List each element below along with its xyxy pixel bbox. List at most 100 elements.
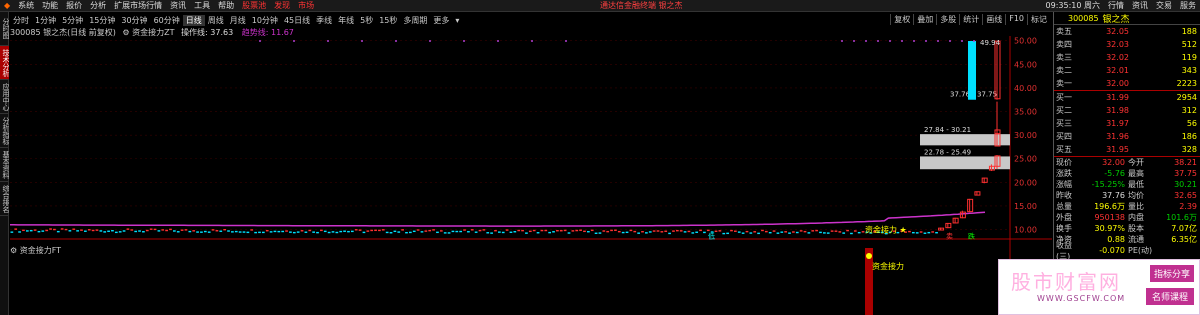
candle xyxy=(145,229,149,232)
period-yearly[interactable]: 年线 xyxy=(335,15,357,26)
candle xyxy=(648,231,652,233)
left-tab-fundamentals[interactable]: 基本资料 xyxy=(0,148,9,182)
menu-item-help[interactable]: 帮助 xyxy=(214,0,238,12)
ask-row[interactable]: 卖四 32.03 512 xyxy=(1054,38,1200,51)
ask-row[interactable]: 卖一 32.00 2223 xyxy=(1054,77,1200,90)
candle xyxy=(830,230,834,232)
bid-label: 买四 xyxy=(1056,132,1072,141)
period-5sec[interactable]: 5秒 xyxy=(357,15,376,26)
tool-draw[interactable]: 画线 xyxy=(982,14,1005,25)
candle xyxy=(583,230,586,233)
candle xyxy=(56,230,60,233)
ask-volume: 188 xyxy=(1181,27,1197,36)
menu-item-system[interactable]: 系统 xyxy=(14,0,38,12)
period-multi[interactable]: 多周期 xyxy=(400,15,430,26)
period-5min[interactable]: 5分钟 xyxy=(59,15,86,26)
menu-bar: ◆ 系统 功能 报价 分析 扩展市场行情 资讯 工具 帮助 股票池 发现 市场 … xyxy=(0,0,1200,12)
candle xyxy=(180,229,184,231)
limit-up-candle xyxy=(968,41,976,100)
indicator-pane-gear-icon[interactable]: ⚙ xyxy=(10,246,17,255)
menu-right-service[interactable]: 服务 xyxy=(1176,0,1200,12)
period-10min[interactable]: 10分钟 xyxy=(249,15,281,26)
candle xyxy=(513,231,517,233)
kline-chart[interactable]: 50.00 45.00 40.00 35.00 30.00 25.00 20.00 15.00… xyxy=(10,36,1052,315)
y-tick-label: 10.00 xyxy=(1014,226,1037,235)
bid-row[interactable]: 买五 31.95 328 xyxy=(1054,143,1200,156)
candle xyxy=(780,231,784,233)
bid-price: 31.98 xyxy=(1106,106,1129,115)
period-intraday[interactable]: 分时 xyxy=(10,15,32,26)
candle xyxy=(451,230,455,233)
tool-adjust[interactable]: 复权 xyxy=(890,14,913,25)
period-15sec[interactable]: 15秒 xyxy=(376,15,400,26)
tool-multi-stock[interactable]: 多股 xyxy=(936,14,959,25)
period-45day[interactable]: 45日线 xyxy=(281,15,313,26)
menu-item-analysis[interactable]: 分析 xyxy=(86,0,110,12)
ask-row[interactable]: 卖五 32.05 188 xyxy=(1054,25,1200,38)
period-weekly[interactable]: 周线 xyxy=(205,15,227,26)
quote-value: -5.76 xyxy=(1104,169,1125,178)
menu-item-function[interactable]: 功能 xyxy=(38,0,62,12)
signal-dot xyxy=(949,40,951,42)
menu-item-stock-pool[interactable]: 股票池 xyxy=(238,0,270,12)
menu-right-quote[interactable]: 行情 xyxy=(1104,0,1128,12)
candle xyxy=(412,230,416,233)
left-tab-app-center[interactable]: 应用中心 xyxy=(0,80,9,114)
menu-item-news[interactable]: 资讯 xyxy=(166,0,190,12)
candle xyxy=(385,231,389,234)
ask-row[interactable]: 卖三 32.02 119 xyxy=(1054,51,1200,64)
menu-item-extended-market[interactable]: 扩展市场行情 xyxy=(110,0,166,12)
indicator-pane-name[interactable]: 资金接力FT xyxy=(20,246,61,255)
bid-volume: 186 xyxy=(1181,132,1197,141)
candle xyxy=(304,231,308,233)
candle xyxy=(834,230,838,232)
signal-dot xyxy=(973,40,975,42)
candle xyxy=(169,228,172,231)
bid-row[interactable]: 买一 31.99 2954 xyxy=(1054,91,1200,104)
period-quarterly[interactable]: 季线 xyxy=(313,15,335,26)
menu-item-discover[interactable]: 发现 xyxy=(270,0,294,12)
bid-label: 买一 xyxy=(1056,93,1072,102)
candle xyxy=(776,232,780,234)
candle xyxy=(215,230,219,232)
tool-f10[interactable]: F10 xyxy=(1005,14,1027,25)
signal-dot xyxy=(293,40,295,42)
period-60min[interactable]: 60分钟 xyxy=(151,15,183,26)
watermark-banner: 股市财富网 WWW.GSCFW.COM 指标分享 名师课程 xyxy=(998,259,1200,315)
candle xyxy=(203,230,207,233)
candle xyxy=(734,230,737,232)
signal-dot xyxy=(259,40,261,42)
tool-mark[interactable]: 标记 xyxy=(1027,14,1050,25)
quote-value: 30.21 xyxy=(1174,180,1197,189)
quote-value: 37.76 xyxy=(1102,191,1125,200)
menu-item-market[interactable]: 市场 xyxy=(294,0,318,12)
period-30min[interactable]: 30分钟 xyxy=(118,15,150,26)
bid-row[interactable]: 买四 31.96 186 xyxy=(1054,130,1200,143)
bid-row[interactable]: 买三 31.97 56 xyxy=(1054,117,1200,130)
candle xyxy=(107,230,110,232)
left-tab-intraday[interactable]: 分时图 xyxy=(0,12,9,46)
period-1min[interactable]: 1分钟 xyxy=(32,15,59,26)
candle xyxy=(142,231,145,233)
tool-stats[interactable]: 统计 xyxy=(959,14,982,25)
menu-right-news[interactable]: 资讯 xyxy=(1128,0,1152,12)
left-tab-ranking[interactable]: 综合排名 xyxy=(0,182,9,216)
period-more[interactable]: 更多 xyxy=(430,15,452,26)
period-15min[interactable]: 15分钟 xyxy=(86,15,118,26)
candle xyxy=(544,229,548,232)
menu-item-quote[interactable]: 报价 xyxy=(62,0,86,12)
candle xyxy=(470,229,474,231)
left-tab-technical[interactable]: 技术分析 xyxy=(0,46,9,80)
bid-row[interactable]: 买二 31.98 312 xyxy=(1054,104,1200,117)
menu-item-tools[interactable]: 工具 xyxy=(190,0,214,12)
period-daily[interactable]: 日线 xyxy=(182,14,205,26)
menu-right-trade[interactable]: 交易 xyxy=(1152,0,1176,12)
period-monthly[interactable]: 月线 xyxy=(227,15,249,26)
ask-row[interactable]: 卖二 32.01 343 xyxy=(1054,64,1200,77)
candle xyxy=(919,231,923,233)
candle xyxy=(358,229,362,231)
more-chevron-icon[interactable]: ▾ xyxy=(452,16,462,25)
left-tab-indicators[interactable]: 分析指标 xyxy=(0,114,9,148)
candle xyxy=(637,232,640,234)
tool-overlay[interactable]: 叠加 xyxy=(913,14,936,25)
